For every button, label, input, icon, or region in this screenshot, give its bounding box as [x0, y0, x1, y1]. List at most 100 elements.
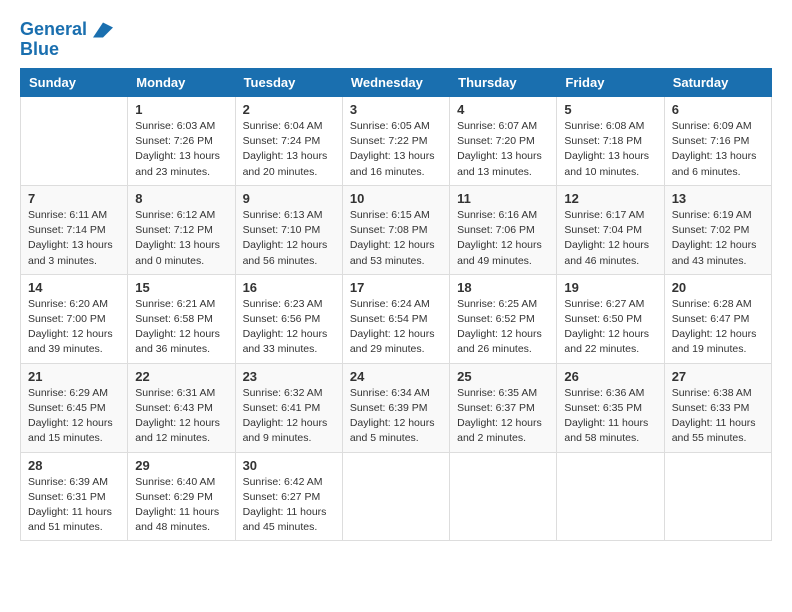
day-number: 4 — [457, 102, 549, 117]
logo: General Blue — [20, 20, 113, 60]
day-number: 15 — [135, 280, 227, 295]
calendar-cell: 18 Sunrise: 6:25 AMSunset: 6:52 PMDayligh… — [450, 274, 557, 363]
week-row-5: 28Sunrise: 6:39 AMSunset: 6:31 PMDayligh… — [21, 452, 772, 541]
calendar-cell: 17 Sunrise: 6:24 AMSunset: 6:54 PMDayligh… — [342, 274, 449, 363]
calendar-cell: 15Sunrise: 6:21 AMSunset: 6:58 PMDayligh… — [128, 274, 235, 363]
calendar-cell: 14 Sunrise: 6:20 AMSunset: 7:00 PMDayligh… — [21, 274, 128, 363]
calendar-cell: 10 Sunrise: 6:15 AMSunset: 7:08 PMDayligh… — [342, 185, 449, 274]
logo-general: General — [20, 19, 87, 39]
day-number: 23 — [243, 369, 335, 384]
day-number: 1 — [135, 102, 227, 117]
calendar-cell: 28Sunrise: 6:39 AMSunset: 6:31 PMDayligh… — [21, 452, 128, 541]
day-info: Sunrise: 6:34 AMSunset: 6:39 PMDaylight:… — [350, 386, 442, 447]
day-number: 7 — [28, 191, 120, 206]
col-header-saturday: Saturday — [664, 69, 771, 97]
logo-text: General Blue — [20, 20, 113, 60]
day-info: Sunrise: 6:25 AMSunset: 6:52 PMDaylight:… — [457, 297, 549, 358]
day-info: Sunrise: 6:11 AMSunset: 7:14 PMDaylight:… — [28, 208, 120, 269]
day-info: Sunrise: 6:03 AMSunset: 7:26 PMDaylight:… — [135, 119, 227, 180]
calendar-cell: 6Sunrise: 6:09 AMSunset: 7:16 PMDaylight… — [664, 97, 771, 186]
day-info: Sunrise: 6:28 AMSunset: 6:47 PMDaylight:… — [672, 297, 764, 358]
calendar-cell: 30Sunrise: 6:42 AMSunset: 6:27 PMDayligh… — [235, 452, 342, 541]
calendar-cell: 13 Sunrise: 6:19 AMSunset: 7:02 PMDayligh… — [664, 185, 771, 274]
day-info: Sunrise: 6:20 AMSunset: 7:00 PMDaylight:… — [28, 297, 120, 358]
day-number: 3 — [350, 102, 442, 117]
day-number: 18 — [457, 280, 549, 295]
day-info: Sunrise: 6:29 AMSunset: 6:45 PMDaylight:… — [28, 386, 120, 447]
day-number: 10 — [350, 191, 442, 206]
day-number: 17 — [350, 280, 442, 295]
day-number: 14 — [28, 280, 120, 295]
week-row-1: 1 Sunrise: 6:03 AMSunset: 7:26 PMDaylight… — [21, 97, 772, 186]
day-number: 24 — [350, 369, 442, 384]
calendar-cell — [664, 452, 771, 541]
day-info: Sunrise: 6:42 AMSunset: 6:27 PMDaylight:… — [243, 475, 335, 536]
day-info: Sunrise: 6:09 AMSunset: 7:16 PMDaylight:… — [672, 119, 764, 180]
day-number: 21 — [28, 369, 120, 384]
calendar-cell: 2 Sunrise: 6:04 AMSunset: 7:24 PMDaylight… — [235, 97, 342, 186]
day-info: Sunrise: 6:07 AMSunset: 7:20 PMDaylight:… — [457, 119, 549, 180]
logo-blue: Blue — [20, 39, 59, 59]
calendar-cell — [21, 97, 128, 186]
week-row-3: 14 Sunrise: 6:20 AMSunset: 7:00 PMDayligh… — [21, 274, 772, 363]
day-info: Sunrise: 6:17 AMSunset: 7:04 PMDaylight:… — [564, 208, 656, 269]
calendar-cell: 19 Sunrise: 6:27 AMSunset: 6:50 PMDayligh… — [557, 274, 664, 363]
day-info: Sunrise: 6:04 AMSunset: 7:24 PMDaylight:… — [243, 119, 335, 180]
day-info: Sunrise: 6:13 AMSunset: 7:10 PMDaylight:… — [243, 208, 335, 269]
calendar-cell — [450, 452, 557, 541]
day-info: Sunrise: 6:05 AMSunset: 7:22 PMDaylight:… — [350, 119, 442, 180]
calendar-cell — [342, 452, 449, 541]
day-info: Sunrise: 6:32 AMSunset: 6:41 PMDaylight:… — [243, 386, 335, 447]
day-info: Sunrise: 6:23 AMSunset: 6:56 PMDaylight:… — [243, 297, 335, 358]
calendar-cell: 8Sunrise: 6:12 AMSunset: 7:12 PMDaylight… — [128, 185, 235, 274]
day-info: Sunrise: 6:31 AMSunset: 6:43 PMDaylight:… — [135, 386, 227, 447]
calendar-cell: 7 Sunrise: 6:11 AMSunset: 7:14 PMDaylight… — [21, 185, 128, 274]
day-info: Sunrise: 6:36 AMSunset: 6:35 PMDaylight:… — [564, 386, 656, 447]
week-row-4: 21 Sunrise: 6:29 AMSunset: 6:45 PMDayligh… — [21, 363, 772, 452]
calendar-cell — [557, 452, 664, 541]
day-info: Sunrise: 6:15 AMSunset: 7:08 PMDaylight:… — [350, 208, 442, 269]
day-number: 27 — [672, 369, 764, 384]
day-number: 28 — [28, 458, 120, 473]
col-header-friday: Friday — [557, 69, 664, 97]
col-header-wednesday: Wednesday — [342, 69, 449, 97]
day-number: 5 — [564, 102, 656, 117]
calendar-cell: 29Sunrise: 6:40 AMSunset: 6:29 PMDayligh… — [128, 452, 235, 541]
calendar-cell: 3 Sunrise: 6:05 AMSunset: 7:22 PMDaylight… — [342, 97, 449, 186]
day-number: 20 — [672, 280, 764, 295]
day-info: Sunrise: 6:12 AMSunset: 7:12 PMDaylight:… — [135, 208, 227, 269]
day-number: 11 — [457, 191, 549, 206]
calendar-cell: 21 Sunrise: 6:29 AMSunset: 6:45 PMDayligh… — [21, 363, 128, 452]
day-number: 26 — [564, 369, 656, 384]
col-header-thursday: Thursday — [450, 69, 557, 97]
day-info: Sunrise: 6:24 AMSunset: 6:54 PMDaylight:… — [350, 297, 442, 358]
calendar-cell: 26 Sunrise: 6:36 AMSunset: 6:35 PMDayligh… — [557, 363, 664, 452]
calendar-cell: 25Sunrise: 6:35 AMSunset: 6:37 PMDayligh… — [450, 363, 557, 452]
calendar-cell: 1 Sunrise: 6:03 AMSunset: 7:26 PMDaylight… — [128, 97, 235, 186]
day-info: Sunrise: 6:08 AMSunset: 7:18 PMDaylight:… — [564, 119, 656, 180]
calendar-cell: 11Sunrise: 6:16 AMSunset: 7:06 PMDayligh… — [450, 185, 557, 274]
calendar-cell: 22 Sunrise: 6:31 AMSunset: 6:43 PMDayligh… — [128, 363, 235, 452]
col-header-tuesday: Tuesday — [235, 69, 342, 97]
day-number: 2 — [243, 102, 335, 117]
day-number: 22 — [135, 369, 227, 384]
col-header-monday: Monday — [128, 69, 235, 97]
calendar-cell: 9 Sunrise: 6:13 AMSunset: 7:10 PMDaylight… — [235, 185, 342, 274]
calendar-cell: 4 Sunrise: 6:07 AMSunset: 7:20 PMDaylight… — [450, 97, 557, 186]
header-row: SundayMondayTuesdayWednesdayThursdayFrid… — [21, 69, 772, 97]
day-info: Sunrise: 6:19 AMSunset: 7:02 PMDaylight:… — [672, 208, 764, 269]
calendar-cell: 5 Sunrise: 6:08 AMSunset: 7:18 PMDaylight… — [557, 97, 664, 186]
page-container: General Blue SundayMondayTuesdayWednesda… — [20, 16, 772, 541]
day-number: 12 — [564, 191, 656, 206]
calendar-cell: 24 Sunrise: 6:34 AMSunset: 6:39 PMDayligh… — [342, 363, 449, 452]
day-number: 19 — [564, 280, 656, 295]
header: General Blue — [20, 16, 772, 60]
calendar-cell: 27Sunrise: 6:38 AMSunset: 6:33 PMDayligh… — [664, 363, 771, 452]
calendar-cell: 12 Sunrise: 6:17 AMSunset: 7:04 PMDayligh… — [557, 185, 664, 274]
day-number: 13 — [672, 191, 764, 206]
day-info: Sunrise: 6:27 AMSunset: 6:50 PMDaylight:… — [564, 297, 656, 358]
day-info: Sunrise: 6:40 AMSunset: 6:29 PMDaylight:… — [135, 475, 227, 536]
day-number: 9 — [243, 191, 335, 206]
day-number: 16 — [243, 280, 335, 295]
week-row-2: 7 Sunrise: 6:11 AMSunset: 7:14 PMDaylight… — [21, 185, 772, 274]
